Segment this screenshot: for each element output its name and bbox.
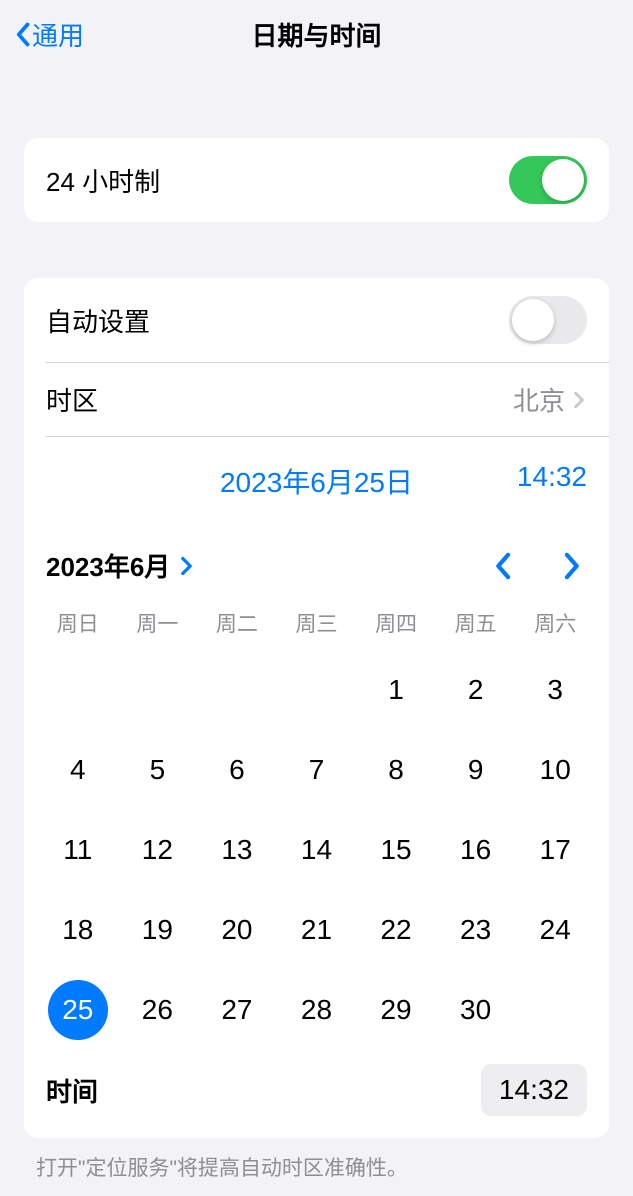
day-empty [118,664,198,716]
calendar-day[interactable]: 22 [356,904,436,956]
auto-set-label: 自动设置 [46,302,150,339]
calendar-day[interactable]: 15 [356,824,436,876]
calendar-day[interactable]: 3 [515,664,595,716]
timezone-value: 北京 [513,381,565,418]
weekday-label: 周日 [38,608,118,638]
month-year-label: 2023年6月 [46,547,170,584]
auto-set-row: 自动设置 [24,278,609,362]
auto-set-toggle[interactable] [509,296,587,344]
chevron-right-icon [180,555,196,577]
time-picker-button[interactable]: 14:32 [481,1064,587,1116]
twenty-four-hour-row: 24 小时制 [24,138,609,222]
back-button[interactable]: 通用 [12,16,84,53]
selected-time-display[interactable]: 14:32 [467,461,587,501]
weekday-label: 周三 [277,608,357,638]
weekday-label: 周五 [436,608,516,638]
calendar-day[interactable]: 1 [356,664,436,716]
day-empty [38,664,118,716]
calendar-day[interactable]: 19 [118,904,198,956]
timezone-label: 时区 [46,381,98,418]
calendar-day[interactable]: 18 [38,904,118,956]
calendar-day[interactable]: 6 [197,744,277,796]
calendar-day[interactable]: 14 [277,824,357,876]
calendar-day[interactable]: 26 [118,984,198,1036]
page-title: 日期与时间 [251,16,381,53]
weekday-label: 周六 [515,608,595,638]
calendar-day[interactable]: 17 [515,824,595,876]
twenty-four-hour-toggle[interactable] [509,156,587,204]
calendar-day[interactable]: 16 [436,824,516,876]
calendar-day[interactable]: 9 [436,744,516,796]
time-label: 时间 [46,1072,98,1109]
calendar-day[interactable]: 13 [197,824,277,876]
weekday-label: 周二 [197,608,277,638]
calendar-day[interactable]: 20 [197,904,277,956]
prev-month-button[interactable] [487,551,517,581]
next-month-button[interactable] [557,551,587,581]
calendar-day[interactable]: 7 [277,744,357,796]
twenty-four-hour-label: 24 小时制 [46,162,160,199]
day-empty [197,664,277,716]
calendar-day[interactable]: 21 [277,904,357,956]
calendar-day[interactable]: 2 [436,664,516,716]
weekday-label: 周一 [118,608,198,638]
calendar-day[interactable]: 30 [436,984,516,1036]
day-empty [277,664,357,716]
back-label: 通用 [32,16,84,53]
calendar-day[interactable]: 28 [277,984,357,1036]
calendar-day[interactable]: 27 [197,984,277,1036]
calendar-day[interactable]: 24 [515,904,595,956]
calendar-day[interactable]: 11 [38,824,118,876]
calendar-day[interactable]: 10 [515,744,595,796]
selected-date-display[interactable]: 2023年6月25日 [166,461,467,501]
timezone-row[interactable]: 时区 北京 [24,363,609,436]
calendar-day[interactable]: 5 [118,744,198,796]
calendar-day[interactable]: 23 [436,904,516,956]
month-year-button[interactable]: 2023年6月 [46,547,196,584]
calendar-day[interactable]: 8 [356,744,436,796]
weekday-label: 周四 [356,608,436,638]
calendar-day[interactable]: 25 [38,984,118,1036]
chevron-right-icon [573,389,587,411]
calendar-day[interactable]: 29 [356,984,436,1036]
chevron-left-icon [12,19,32,49]
footer-note: 打开"定位服务"将提高自动时区准确性。 [0,1138,633,1196]
calendar-day[interactable]: 12 [118,824,198,876]
calendar-day[interactable]: 4 [38,744,118,796]
